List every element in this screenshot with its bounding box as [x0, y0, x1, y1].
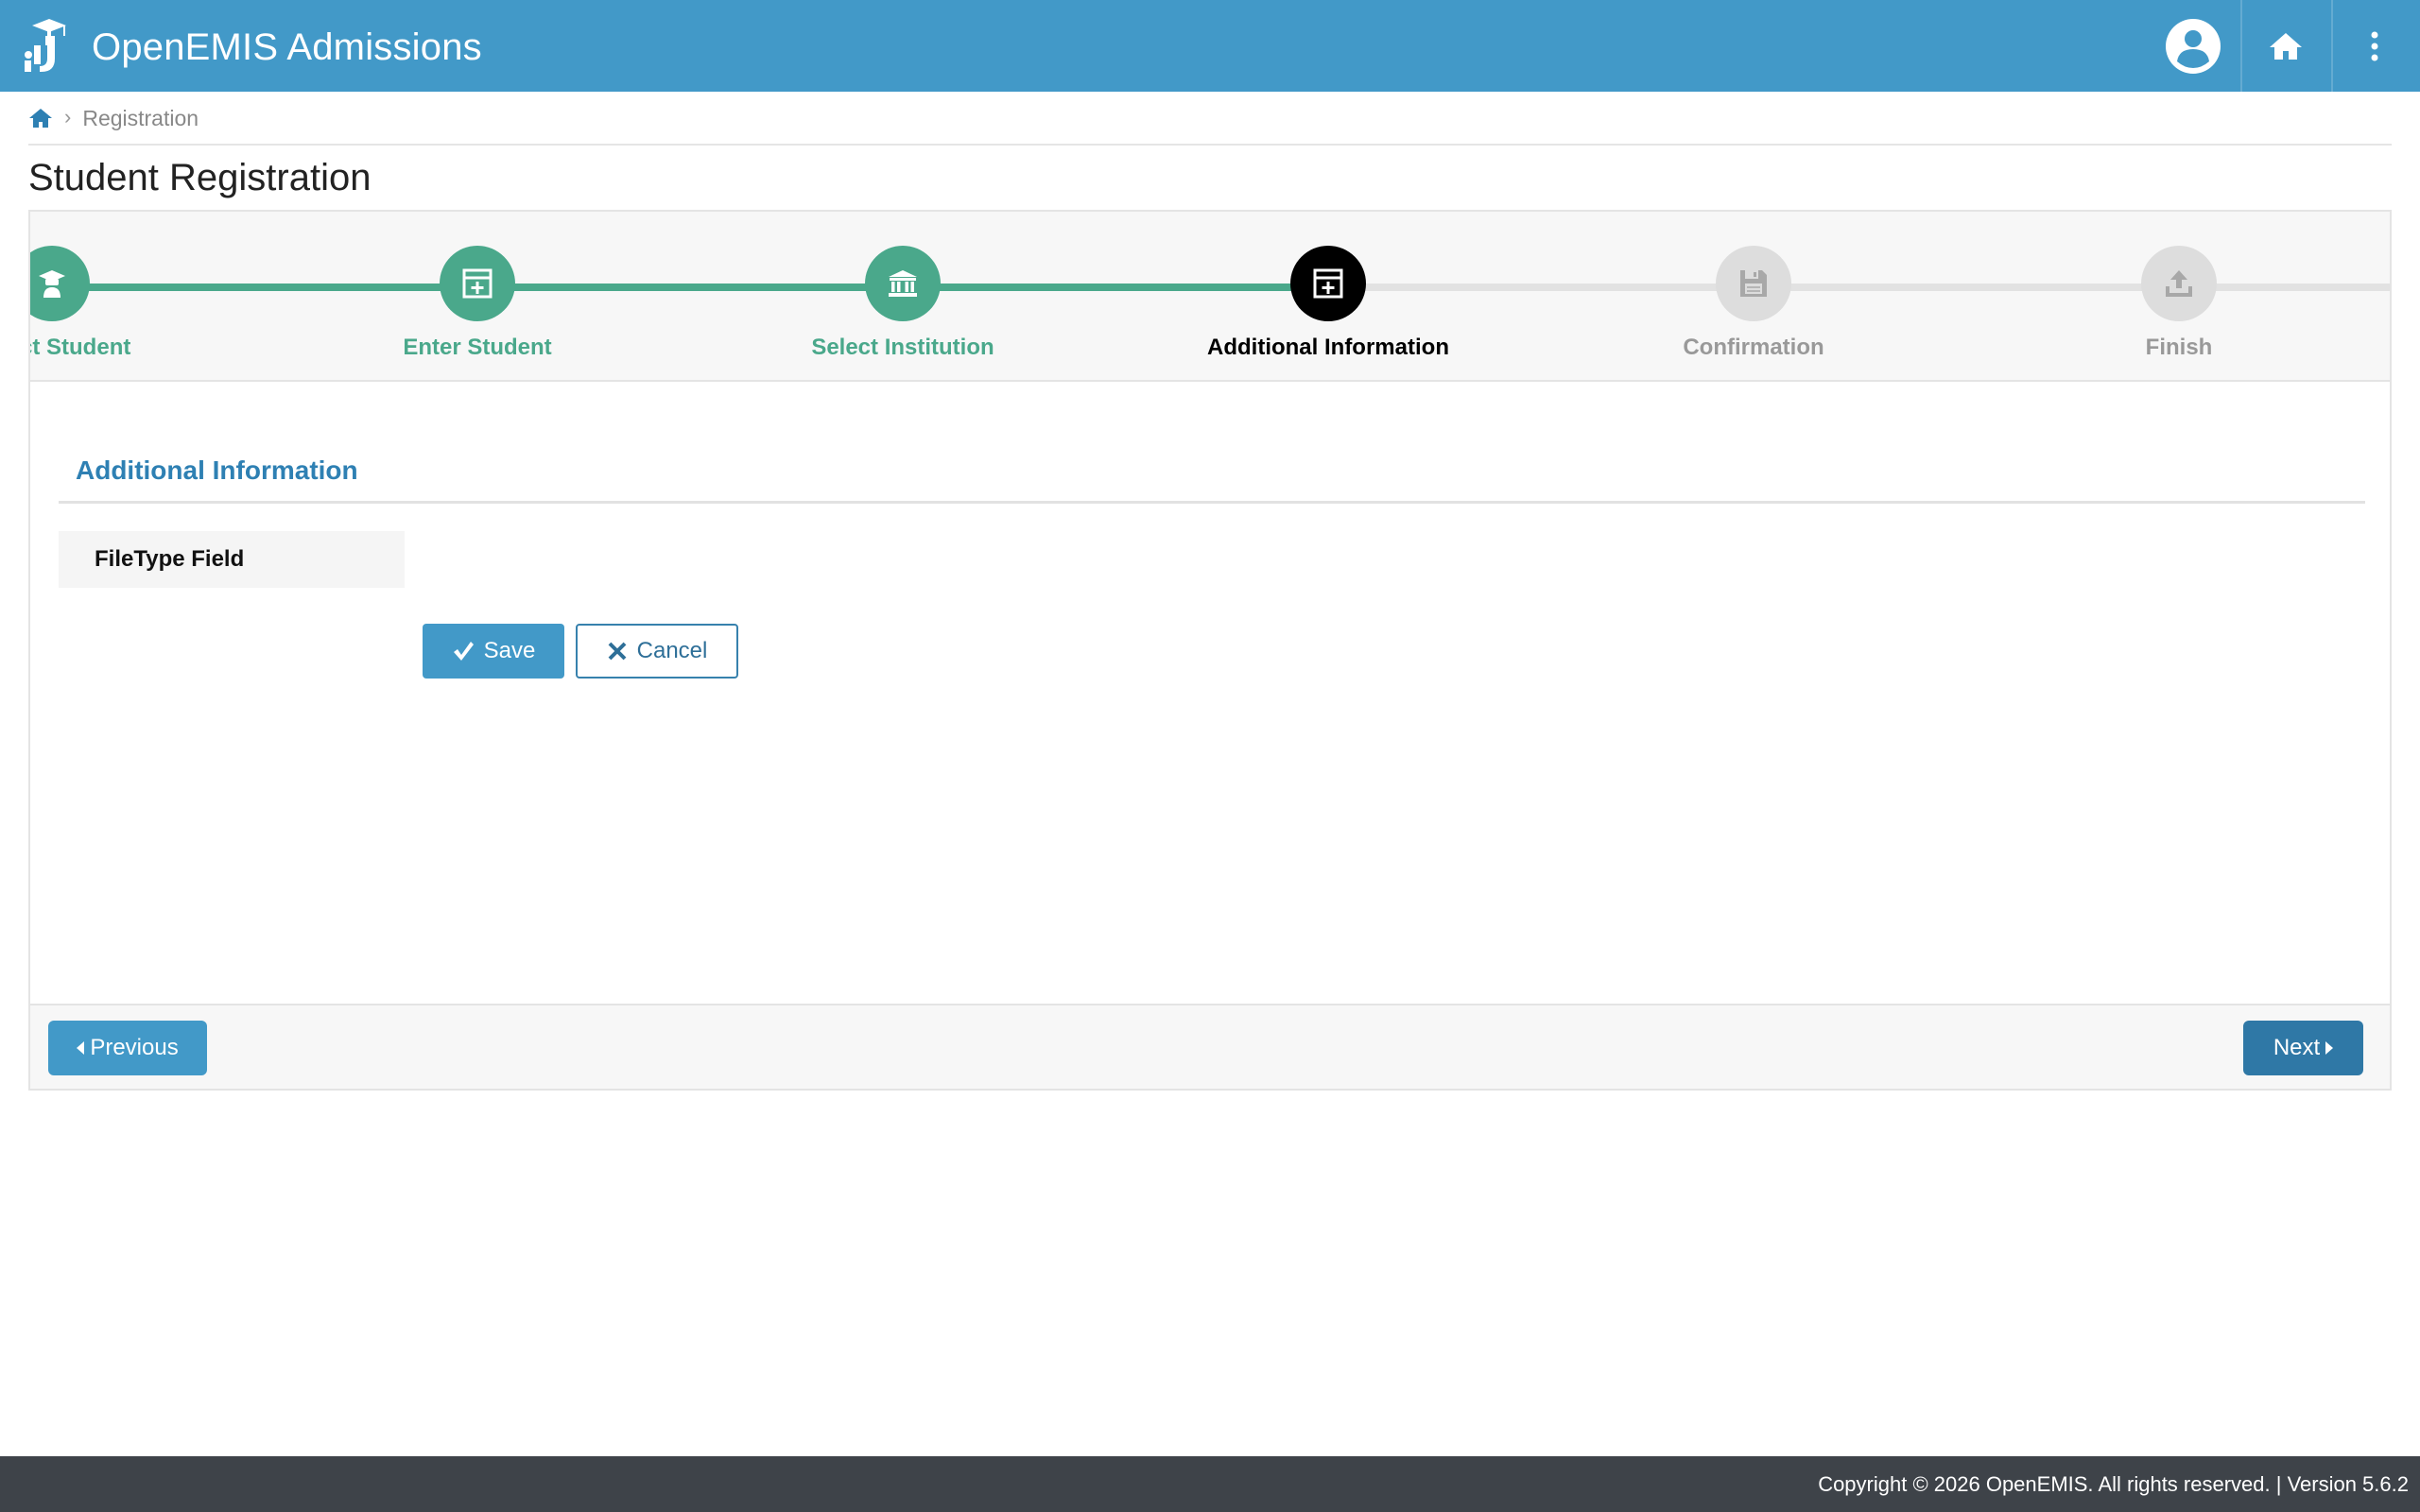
step-label: Finish	[2145, 335, 2213, 360]
save-button[interactable]: Save	[423, 624, 564, 679]
caret-right-icon	[2325, 1041, 2334, 1055]
breadcrumb: › Registration	[28, 102, 199, 134]
step-circle	[440, 246, 515, 321]
step-select-student[interactable]: Select Student	[30, 246, 241, 361]
step-circle	[2141, 246, 2217, 321]
wizard-steps-bar: Select Student Enter Student	[30, 212, 2390, 382]
next-button-label: Next	[2273, 1035, 2321, 1060]
upload-icon	[2166, 270, 2192, 297]
openemis-logo-icon[interactable]	[21, 17, 70, 76]
section-divider	[59, 501, 2365, 504]
more-menu-button[interactable]	[2335, 0, 2414, 92]
toolbar-separator	[2240, 0, 2242, 92]
plus-square-icon	[1313, 268, 1343, 299]
home-button[interactable]	[2244, 0, 2327, 92]
graduate-icon	[39, 270, 65, 298]
step-confirmation[interactable]: Confirmation	[1564, 246, 1943, 361]
top-navbar: OpenEMIS Admissions	[0, 0, 2420, 92]
copyright-text: Copyright © 2026 OpenEMIS. All rights re…	[1818, 1472, 2409, 1496]
chevron-right-icon: ›	[64, 105, 72, 129]
step-label: Additional Information	[1207, 335, 1449, 360]
more-vertical-icon	[2371, 31, 2378, 60]
step-circle	[30, 246, 90, 321]
cancel-button-label: Cancel	[636, 638, 708, 663]
plus-square-icon	[462, 268, 493, 299]
caret-left-icon	[77, 1041, 85, 1055]
app-title[interactable]: OpenEMIS Admissions	[92, 0, 482, 92]
breadcrumb-divider	[28, 144, 2392, 146]
step-circle	[865, 246, 941, 321]
page-footer: Copyright © 2026 OpenEMIS. All rights re…	[0, 1456, 2420, 1512]
previous-button-label: Previous	[90, 1035, 179, 1060]
cancel-button[interactable]: Cancel	[576, 624, 738, 679]
filetype-field-label: FileType Field	[59, 531, 405, 588]
wizard-footer: Previous Next	[30, 1004, 2390, 1089]
close-icon	[608, 642, 627, 661]
toolbar-separator	[2331, 0, 2333, 92]
next-button[interactable]: Next	[2243, 1021, 2363, 1075]
home-icon	[2270, 32, 2302, 60]
step-label: Confirmation	[1683, 335, 1824, 360]
step-additional-information[interactable]: Additional Information	[1139, 246, 1517, 361]
section-title: Additional Information	[76, 455, 358, 485]
step-circle	[1290, 246, 1366, 321]
breadcrumb-item-registration: Registration	[82, 105, 199, 130]
step-label: Select Student	[30, 335, 131, 360]
previous-button[interactable]: Previous	[48, 1021, 207, 1075]
breadcrumb-home-icon[interactable]	[28, 107, 53, 129]
step-label: Enter Student	[403, 335, 552, 360]
save-button-label: Save	[483, 638, 536, 663]
step-enter-student[interactable]: Enter Student	[288, 246, 666, 361]
user-menu-button[interactable]	[2153, 0, 2233, 92]
institution-icon	[889, 270, 917, 297]
registration-wizard: Select Student Enter Student	[28, 210, 2392, 1091]
user-avatar-icon	[2166, 18, 2221, 74]
check-icon	[453, 642, 474, 661]
step-finish[interactable]: Finish	[1990, 246, 2368, 361]
floppy-icon	[1740, 270, 1767, 297]
page-title: Student Registration	[28, 157, 372, 198]
step-circle	[1716, 246, 1791, 321]
step-select-institution[interactable]: Select Institution	[714, 246, 1092, 361]
step-label: Select Institution	[811, 335, 994, 360]
